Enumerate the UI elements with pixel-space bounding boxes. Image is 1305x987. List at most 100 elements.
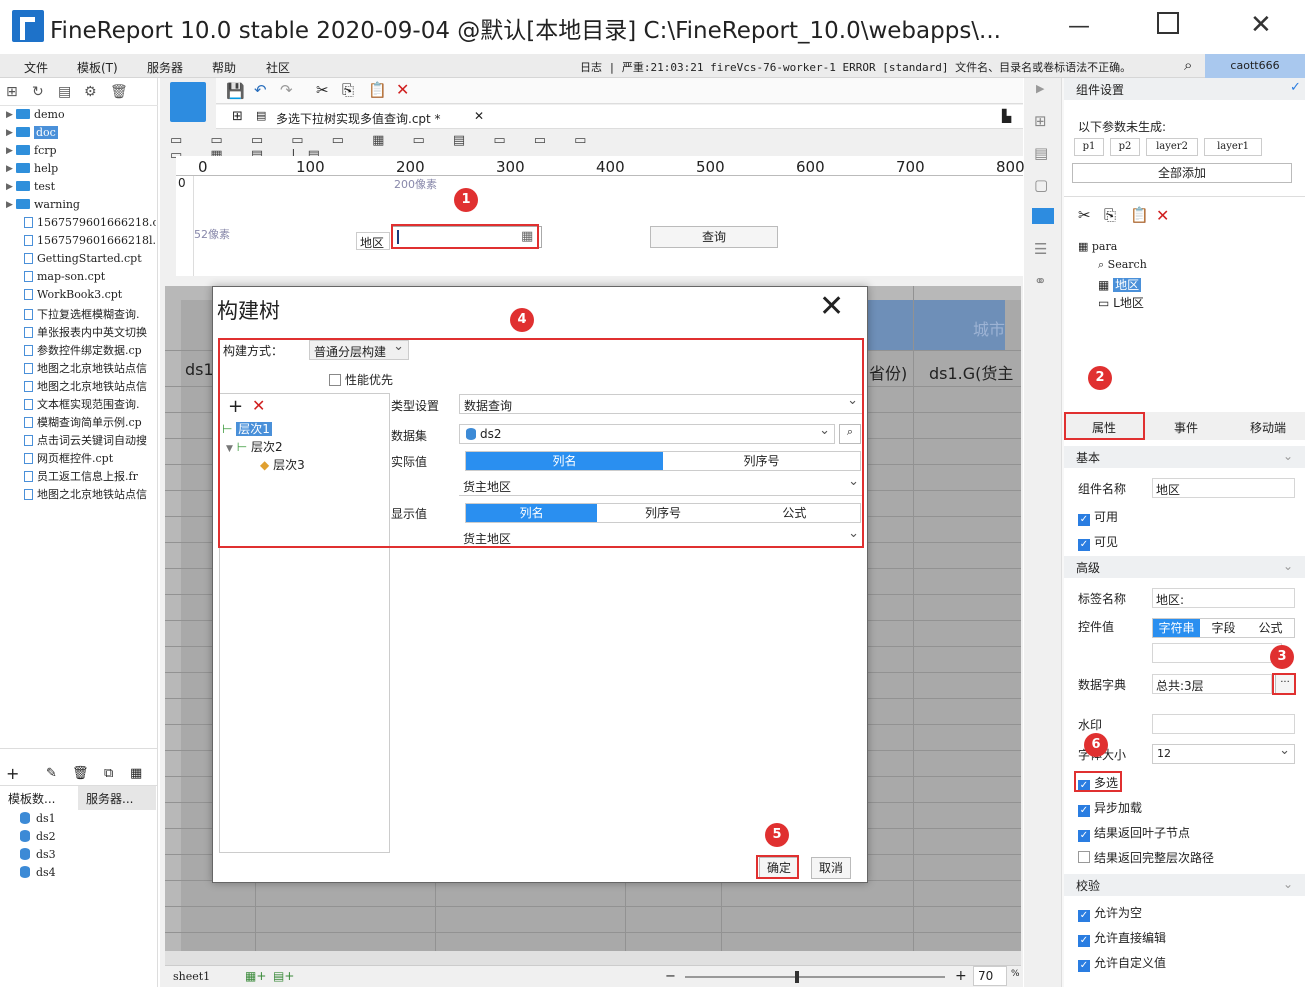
- add-icon[interactable]: +: [6, 764, 19, 783]
- save-icon[interactable]: 💾: [226, 82, 245, 100]
- copy-icon[interactable]: ⎘: [342, 81, 354, 99]
- fontsize-select[interactable]: 12: [1152, 743, 1295, 764]
- region-label[interactable]: 地区: [356, 232, 390, 250]
- template-icon[interactable]: ▤: [58, 84, 71, 100]
- file-item[interactable]: 参数控件绑定数据.cp: [6, 342, 156, 360]
- cell-province[interactable]: 省份): [869, 360, 907, 384]
- cut-icon[interactable]: ✂: [316, 81, 329, 99]
- tree-root[interactable]: ▦ para: [1078, 240, 1117, 253]
- dataset-ds4[interactable]: ds4: [6, 866, 56, 879]
- grid-icon[interactable]: ⊞: [232, 109, 243, 124]
- folder-help[interactable]: ▶ help: [6, 162, 156, 180]
- tab-mobile[interactable]: 移动端: [1250, 419, 1286, 436]
- file-item[interactable]: GettingStarted.cpt: [6, 252, 156, 270]
- folder-doc[interactable]: ▶ doc: [6, 126, 156, 144]
- paste-icon[interactable]: 📋: [368, 81, 387, 99]
- folder-fcrp[interactable]: ▶ fcrp: [6, 144, 156, 162]
- menu-community[interactable]: 社区: [266, 59, 290, 76]
- new-folder-icon[interactable]: ⊞: [6, 84, 18, 100]
- cell-ds1g[interactable]: ds1.G(货主: [929, 360, 1013, 384]
- zoom-handle[interactable]: [795, 971, 799, 983]
- full-path-checkbox[interactable]: 结果返回完整层次路径: [1078, 849, 1214, 866]
- collapse-icon[interactable]: ▶: [1036, 82, 1044, 95]
- cell-attr-icon[interactable]: ⊞: [1034, 112, 1047, 130]
- cancel-button[interactable]: 取消: [811, 857, 851, 879]
- file-item[interactable]: WorkBook3.cpt: [6, 288, 156, 306]
- enabled-checkbox[interactable]: ✓ 可用: [1078, 508, 1118, 526]
- dataset-ds1[interactable]: ds1: [6, 812, 56, 825]
- leaf-result-checkbox[interactable]: ✓ 结果返回叶子节点: [1078, 824, 1190, 842]
- paste-icon[interactable]: 📋: [1130, 206, 1149, 224]
- sheet-tab[interactable]: sheet1: [173, 970, 210, 983]
- zoom-in-icon[interactable]: +: [955, 968, 967, 984]
- file-item[interactable]: 点击词云关键词自动搜: [6, 432, 156, 450]
- file-item[interactable]: 下拉复选框模糊查询.: [6, 306, 156, 324]
- file-item[interactable]: 单张报表内中英文切换: [6, 324, 156, 342]
- section-advanced[interactable]: 高级 ⌄: [1064, 556, 1305, 578]
- zoom-slider[interactable]: [685, 976, 945, 978]
- file-item[interactable]: 员工返工信息上报.fr: [6, 468, 156, 486]
- widget-settings-icon[interactable]: [1032, 208, 1054, 224]
- add-sheet-icon[interactable]: ▦+: [245, 969, 266, 983]
- error-log[interactable]: 日志 | 严重:21:03:21 fireVcs-76-worker-1 ERR…: [580, 59, 1131, 75]
- user-badge[interactable]: caott666: [1205, 54, 1305, 78]
- file-item[interactable]: 文本框实现范围查询.: [6, 396, 156, 414]
- add-form-sheet-icon[interactable]: ▤+: [273, 969, 294, 983]
- file-item[interactable]: 网页框控件.cpt: [6, 450, 156, 468]
- file-item[interactable]: 地图之北京地铁站点信: [6, 360, 156, 378]
- folder-demo[interactable]: ▶ demo: [6, 108, 156, 126]
- menu-help[interactable]: 帮助: [212, 59, 236, 76]
- section-basic[interactable]: 基本 ⌄: [1064, 446, 1305, 468]
- file-item[interactable]: map-son.cpt: [6, 270, 156, 288]
- value-type-field[interactable]: 字段: [1200, 619, 1247, 637]
- preview-icon[interactable]: ⧉: [104, 766, 113, 781]
- tab-template-dataset[interactable]: 模板数...: [8, 790, 55, 807]
- param-layer1[interactable]: layer1: [1204, 138, 1262, 156]
- tab-server-dataset[interactable]: 服务器...: [86, 790, 133, 807]
- param-layer2[interactable]: layer2: [1146, 138, 1198, 156]
- server-dataset-icon[interactable]: ▦: [130, 766, 142, 781]
- close-tab-icon[interactable]: ✕: [474, 109, 484, 123]
- menu-file[interactable]: 文件: [24, 59, 48, 76]
- delete-icon[interactable]: 🗑: [110, 84, 128, 100]
- param-p2[interactable]: p2: [1110, 138, 1140, 156]
- horizontal-scrollbar[interactable]: [165, 951, 1021, 965]
- query-button[interactable]: 查询: [650, 226, 778, 248]
- add-all-button[interactable]: 全部添加: [1072, 163, 1292, 183]
- menu-template[interactable]: 模板(T): [77, 59, 118, 76]
- allow-empty-checkbox[interactable]: ✓ 允许为空: [1078, 904, 1142, 922]
- check-icon[interactable]: ✓: [1290, 80, 1301, 95]
- minimize-icon[interactable]: —: [1068, 14, 1090, 39]
- settings-icon[interactable]: ⚙: [84, 84, 97, 100]
- file-item[interactable]: 1567579601666218.cp: [6, 216, 156, 234]
- value-type-formula[interactable]: 公式: [1247, 619, 1294, 637]
- cut-icon[interactable]: ✂: [1078, 206, 1091, 224]
- maximize-icon[interactable]: [1157, 12, 1179, 34]
- cell-ds1[interactable]: ds1: [185, 360, 214, 379]
- widget-toolbar[interactable]: ▭ ▭ ▭ ▭ ▭ ▦ ▭ ▤ ▭ ▭ ▭ ▭ ▦ ▤ |▤: [170, 133, 610, 163]
- param-p1[interactable]: p1: [1074, 138, 1104, 156]
- tree-item-region[interactable]: ▦ 地区: [1098, 276, 1142, 293]
- allow-edit-checkbox[interactable]: ✓ 允许直接编辑: [1078, 929, 1166, 947]
- undo-icon[interactable]: ↶: [254, 81, 267, 99]
- close-icon[interactable]: ✕: [819, 289, 844, 324]
- zoom-out-icon[interactable]: −: [665, 969, 676, 984]
- allow-custom-checkbox[interactable]: ✓ 允许自定义值: [1078, 954, 1166, 972]
- async-checkbox[interactable]: ✓ 异步加载: [1078, 799, 1142, 817]
- copy-icon[interactable]: ⎘: [1104, 206, 1116, 224]
- cell-style-icon[interactable]: ▤: [1034, 144, 1048, 162]
- file-item[interactable]: 地图之北京地铁站点信: [6, 378, 156, 396]
- cell-element-icon[interactable]: ▢: [1034, 176, 1048, 194]
- widget-name-input[interactable]: 地区: [1152, 478, 1295, 498]
- delete-icon[interactable]: ✕: [396, 80, 409, 99]
- folder-warning[interactable]: ▶ warning: [6, 198, 156, 216]
- value-input[interactable]: [1152, 643, 1282, 663]
- search-icon[interactable]: ⌕: [1184, 56, 1192, 74]
- tree-item-search[interactable]: ⌕ Search: [1098, 258, 1147, 272]
- refresh-icon[interactable]: ↻: [32, 84, 44, 100]
- hyperlink-icon[interactable]: ⚭: [1034, 272, 1047, 290]
- tag-name-input[interactable]: 地区:: [1152, 588, 1295, 608]
- value-type-switch[interactable]: 字符串 字段 公式: [1152, 618, 1295, 638]
- redo-icon[interactable]: ↷: [280, 81, 293, 99]
- tab-events[interactable]: 事件: [1174, 419, 1198, 436]
